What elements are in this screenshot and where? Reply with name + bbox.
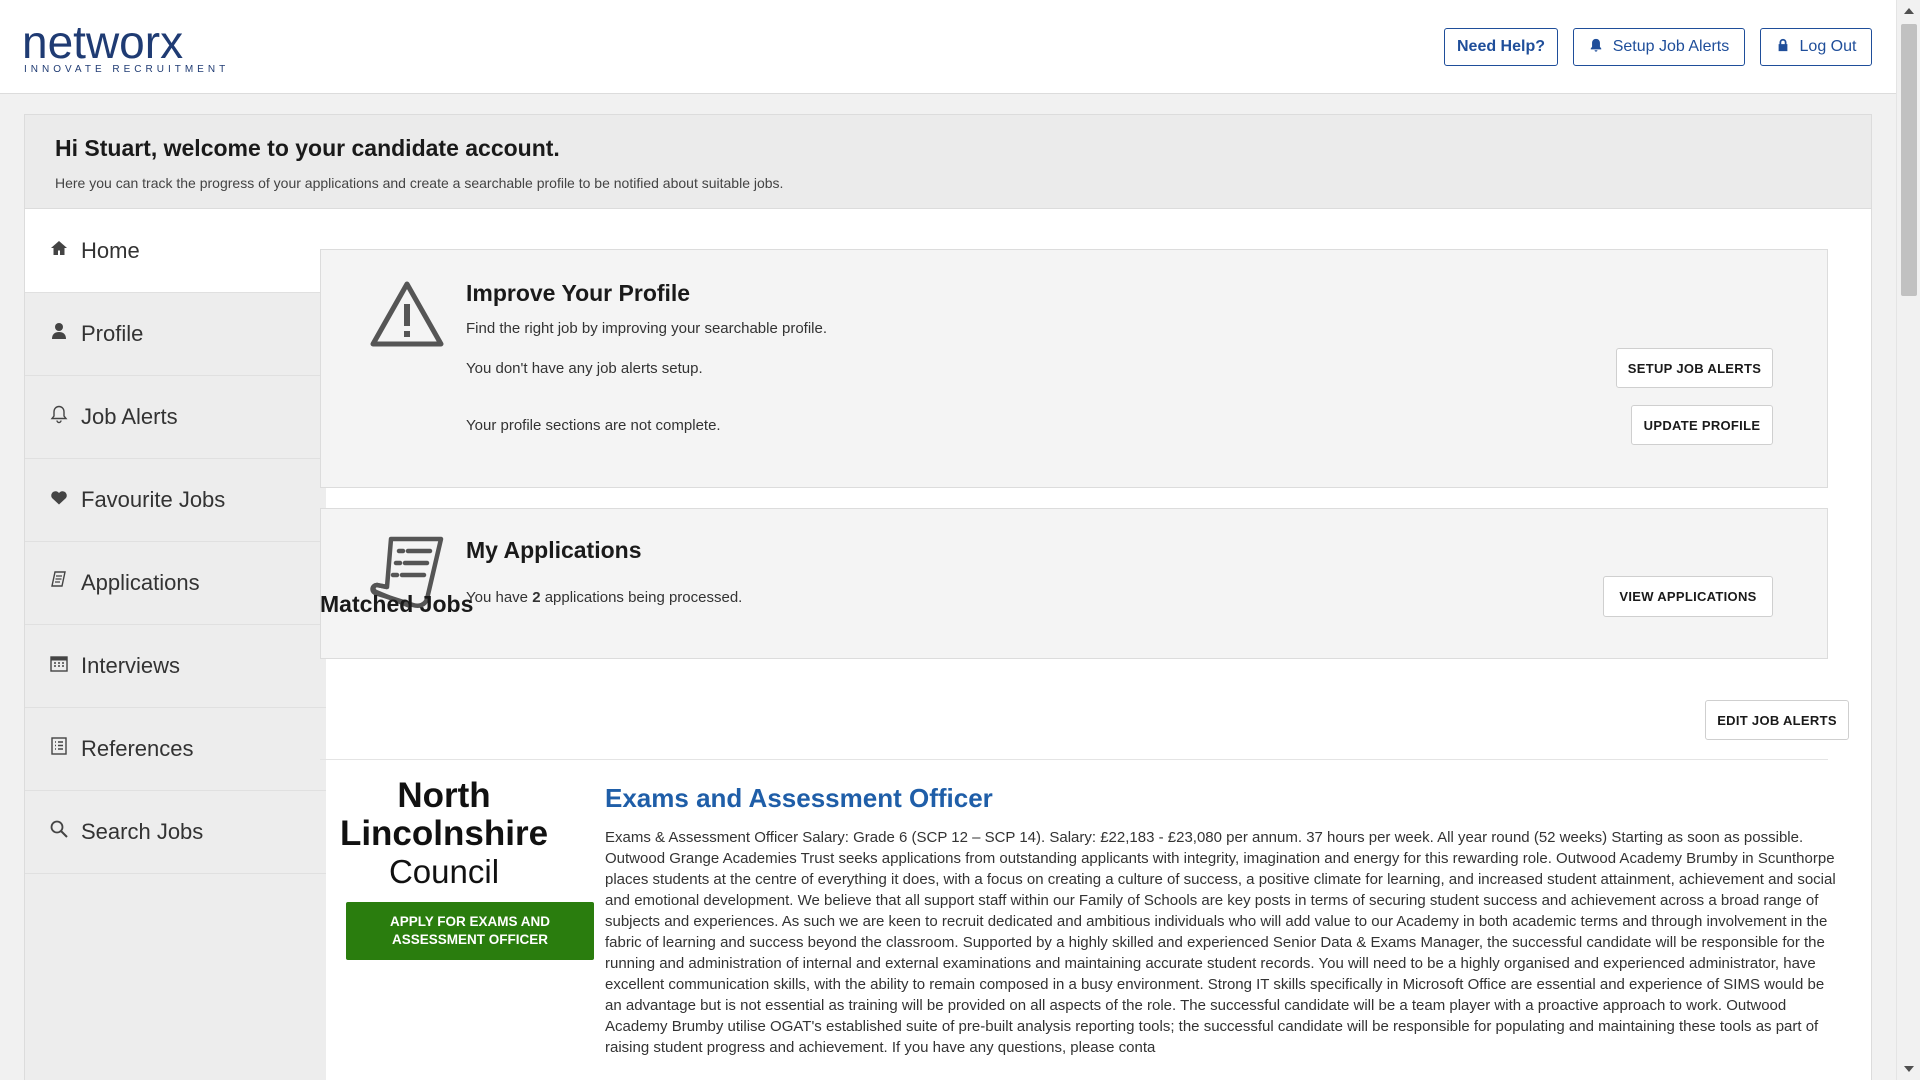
update-profile-button[interactable]: UPDATE PROFILE (1631, 405, 1773, 445)
logo-wordmark: networx (22, 16, 184, 68)
scroll-thumb[interactable] (1901, 24, 1917, 296)
list-icon (49, 736, 69, 762)
user-icon (49, 321, 69, 347)
employer-logo-line2: Lincolnshire (339, 814, 549, 853)
sidebar-item-label: Interviews (81, 653, 181, 678)
sidebar-item-profile[interactable]: Profile (25, 293, 326, 376)
sidebar-item-label: Search Jobs (81, 819, 204, 844)
logo-tagline: INNOVATE RECRUITMENT (24, 64, 230, 75)
matched-jobs-divider (320, 759, 1828, 760)
sidebar-item-references[interactable]: References (25, 708, 326, 791)
calendar-icon (49, 653, 69, 679)
page-scrollbar[interactable] (1896, 0, 1920, 1080)
sidebar-item-label: Favourite Jobs (81, 487, 226, 512)
log-out-label: Log Out (1799, 38, 1857, 55)
sidebar-item-job-alerts[interactable]: Job Alerts (25, 376, 326, 459)
employer-logo-line3: Council (388, 853, 500, 890)
scroll-down-arrow-icon[interactable] (1904, 1066, 1914, 1072)
edit-job-alerts-button[interactable]: EDIT JOB ALERTS (1705, 700, 1849, 740)
employer-logo-north-lincolnshire: North Lincolnshire Council (320, 777, 568, 891)
sidebar-nav: Home Profile Job Alerts Favourite Jobs A… (25, 210, 326, 1080)
log-out-button[interactable]: Log Out (1760, 28, 1872, 66)
welcome-title: Hi Stuart, welcome to your candidate acc… (55, 135, 560, 161)
need-help-label: Need Help? (1456, 38, 1545, 55)
sidebar-item-label: Job Alerts (81, 404, 178, 429)
applications-summary-suffix: applications being processed. (540, 589, 743, 606)
apply-exams-assessment-officer-button[interactable]: APPLY FOR EXAMS AND ASSESSMENT OFFICER (346, 902, 594, 960)
setup-job-alerts-label: Setup Job Alerts (1612, 38, 1730, 55)
lock-icon (1776, 38, 1790, 57)
setup-job-alerts-card-button[interactable]: SETUP JOB ALERTS (1616, 348, 1773, 388)
sidebar-item-label: Applications (81, 570, 200, 595)
bell-icon (49, 404, 69, 430)
heart-icon (49, 487, 69, 513)
improve-profile-title: Improve Your Profile (466, 280, 691, 306)
bell-icon (1589, 38, 1603, 57)
job-title-link[interactable]: Exams and Assessment Officer (605, 783, 993, 814)
applications-summary-prefix: You have (466, 589, 533, 606)
sidebar-item-favourite-jobs[interactable]: Favourite Jobs (25, 459, 326, 542)
applications-count: 2 (532, 589, 541, 606)
networx-logo[interactable]: networx INNOVATE RECRUITMENT (22, 16, 230, 75)
sidebar-item-search-jobs[interactable]: Search Jobs (25, 791, 326, 874)
my-applications-title: My Applications (466, 537, 642, 563)
my-applications-card: My Applications You have 2 applications … (320, 508, 1828, 659)
view-applications-button[interactable]: VIEW APPLICATIONS (1603, 576, 1773, 617)
sidebar-item-label: Home (81, 238, 140, 263)
welcome-banner: Hi Stuart, welcome to your candidate acc… (25, 115, 1871, 209)
warning-icon (369, 280, 445, 353)
sidebar-item-applications[interactable]: Applications (25, 542, 326, 625)
setup-job-alerts-button[interactable]: Setup Job Alerts (1573, 28, 1745, 66)
job-alerts-status: You don't have any job alerts setup. (466, 360, 703, 377)
home-icon (49, 238, 69, 264)
improve-profile-card: Improve Your Profile Find the right job … (320, 249, 1828, 488)
job-description: Exams & Assessment Officer Salary: Grade… (605, 829, 1836, 1056)
welcome-subtitle: Here you can track the progress of your … (55, 175, 784, 191)
sidebar-item-label: References (81, 736, 194, 761)
matched-jobs-title: Matched Jobs (320, 591, 474, 617)
sidebar-item-home[interactable]: Home (25, 210, 326, 293)
document-icon (49, 570, 69, 596)
profile-sections-status: Your profile sections are not complete. (466, 417, 721, 434)
improve-profile-intro: Find the right job by improving your sea… (466, 320, 828, 337)
sidebar-item-label: Profile (81, 321, 144, 346)
scroll-up-arrow-icon[interactable] (1904, 8, 1914, 14)
need-help-button[interactable]: Need Help? (1444, 28, 1558, 66)
search-icon (49, 819, 69, 845)
applications-summary: You have 2 applications being processed. (466, 589, 742, 606)
employer-logo-line1: North (397, 776, 491, 815)
top-header: networx INNOVATE RECRUITMENT Need Help? … (0, 0, 1896, 94)
sidebar-item-interviews[interactable]: Interviews (25, 625, 326, 708)
